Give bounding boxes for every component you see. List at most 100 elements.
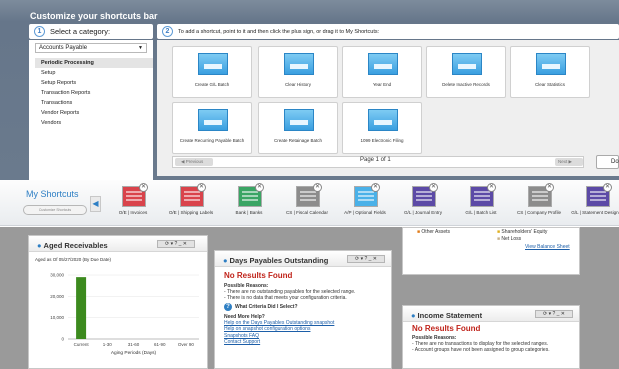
- category-item[interactable]: Vendors: [35, 118, 153, 128]
- shortcut-tile[interactable]: 1099 Electronic Filing: [342, 102, 422, 154]
- widget-controls[interactable]: ⟳ ▾ ? _ ✕: [535, 310, 573, 318]
- remove-shortcut-icon[interactable]: ✕: [255, 183, 264, 192]
- shortcut-tile-label: Create G/L Batch: [194, 82, 230, 87]
- batch-icon: [198, 53, 228, 75]
- x-tick-label: Current: [74, 342, 90, 347]
- shortcut-label: A/P | Optional Fields: [344, 210, 386, 215]
- step1-number: 1: [34, 26, 45, 37]
- shortcut-item[interactable]: ✕ Bank | Banks: [220, 183, 278, 222]
- retainage-batch-icon: [284, 109, 314, 131]
- category-select-value: Accounts Payable: [39, 45, 88, 51]
- shortcut-tile[interactable]: Year End: [342, 46, 422, 98]
- shortcut-tile[interactable]: Create G/L Batch: [172, 46, 252, 98]
- legend-item: ■ Shareholders' Equity: [497, 229, 548, 235]
- category-item[interactable]: Transactions: [35, 98, 153, 108]
- remove-shortcut-icon[interactable]: ✕: [429, 183, 438, 192]
- shortcut-item[interactable]: ✕ CS | Company Profile: [510, 183, 568, 222]
- x-tick-label: 31-60: [128, 342, 140, 347]
- legend-item: ■ Net Loss: [497, 236, 522, 242]
- recurring-batch-icon: [198, 109, 228, 131]
- view-balance-sheet-link[interactable]: View Balance Sheet: [525, 244, 570, 250]
- statistics-icon: [536, 53, 566, 75]
- remove-shortcut-icon[interactable]: ✕: [603, 183, 612, 192]
- shortcut-tile[interactable]: Create Recurring Payable Batch: [172, 102, 252, 154]
- y-tick-label: 0: [61, 337, 64, 342]
- scroll-left-icon[interactable]: ◀: [90, 196, 101, 212]
- shortcut-tile[interactable]: Clear History: [258, 46, 338, 98]
- customize-title: Customize your shortcuts bar: [30, 11, 158, 21]
- shortcut-tile-label: Delete Inactive Records: [442, 82, 490, 87]
- x-tick-label: 61-90: [154, 342, 166, 347]
- shortcut-label: G/L | Statement Designer: [571, 210, 619, 215]
- shortcuts-title: My Shortcuts: [26, 189, 79, 199]
- remove-shortcut-icon[interactable]: ✕: [197, 183, 206, 192]
- shortcut-label: CS | Company Profile: [516, 210, 562, 215]
- help-link[interactable]: Contact Support: [224, 339, 374, 345]
- x-axis-label: Aging Periods (Days): [111, 350, 157, 355]
- category-list: Periodic Processing Setup Setup Reports …: [35, 58, 153, 128]
- remove-shortcut-icon[interactable]: ✕: [371, 183, 380, 192]
- days-payables-widget: ● Days Payables Outstanding ⟳ ▾ ? _ ✕ No …: [214, 250, 392, 369]
- step1-header: 1 Select a category:: [29, 24, 153, 39]
- shortcut-item[interactable]: ✕ G/L | Batch List: [452, 183, 510, 222]
- widget-header: ● Income Statement ⟳ ▾ ? _ ✕: [403, 306, 579, 322]
- aged-receivables-chart: 30,000 20,000 10,000 0 Current 1-30 31-60 61-90…: [50, 273, 199, 355]
- widget-title: ● Aged Receivables: [37, 241, 108, 250]
- income-body: No Results Found Possible Reasons: - The…: [412, 324, 562, 353]
- shortcut-item[interactable]: ✕ A/P | Optional Fields: [336, 183, 394, 222]
- shortcut-tile-label: 1099 Electronic Filing: [360, 138, 404, 143]
- reason-text: - Account groups have not been assigned …: [412, 347, 550, 353]
- shortcut-tile-label: Create Recurring Payable Batch: [179, 138, 245, 143]
- y-tick-label: 20,000: [50, 294, 64, 299]
- remove-shortcut-icon[interactable]: ✕: [139, 183, 148, 192]
- category-select[interactable]: Accounts Payable ▼: [35, 43, 147, 53]
- shortcut-tile[interactable]: Clear Statistics: [510, 46, 590, 98]
- category-item[interactable]: Setup Reports: [35, 78, 153, 88]
- pager-text: Page 1 of 1: [360, 157, 391, 163]
- step2-number: 2: [162, 26, 173, 37]
- electronic-filing-icon: [368, 109, 398, 131]
- aged-subtitle: Aged as Of 05/27/2020 (By Due Date): [35, 257, 112, 262]
- no-results-title: No Results Found: [224, 271, 293, 280]
- question-icon: ?: [224, 303, 232, 311]
- history-icon: [284, 53, 314, 75]
- balance-sheet-widget: ■ Other Assets ■ Shareholders' Equity ■ …: [402, 227, 580, 275]
- shortcut-item[interactable]: ✕ CS | Fiscal Calendar: [278, 183, 336, 222]
- shortcut-item[interactable]: ✕ G/L | Journal Entry: [394, 183, 452, 222]
- x-tick-label: Over 90: [178, 342, 195, 347]
- shortcut-item[interactable]: ✕ O/E | Invoices: [104, 183, 162, 222]
- widget-controls[interactable]: ⟳ ▾ ? _ ✕: [347, 255, 385, 263]
- category-item[interactable]: Periodic Processing: [35, 58, 153, 68]
- shortcut-tile-label: Year End: [372, 82, 392, 87]
- pager-previous-button[interactable]: ◀ Previous: [175, 158, 213, 166]
- category-item[interactable]: Transaction Reports: [35, 88, 153, 98]
- shortcut-tile[interactable]: Create Retainage Batch: [258, 102, 338, 154]
- criteria-link[interactable]: ? What Criteria Did I Select?: [224, 303, 374, 311]
- category-item[interactable]: Vendor Reports: [35, 108, 153, 118]
- shortcut-item[interactable]: ✕ G/L | Statement Designer: [568, 183, 619, 222]
- remove-shortcut-icon[interactable]: ✕: [313, 183, 322, 192]
- step1-label: Select a category:: [50, 27, 111, 36]
- no-results-title: No Results Found: [412, 324, 481, 333]
- y-tick-label: 10,000: [50, 315, 64, 320]
- shortcut-tile[interactable]: Delete Inactive Records: [426, 46, 506, 98]
- chevron-down-icon: ▼: [138, 45, 143, 51]
- shortcut-label: CS | Fiscal Calendar: [285, 210, 329, 215]
- shortcut-label: O/E | Invoices: [118, 210, 148, 215]
- widget-title: ● Income Statement: [411, 311, 483, 320]
- customize-shortcuts-button[interactable]: Customize Shortcuts: [23, 205, 87, 215]
- widget-header: ● Days Payables Outstanding ⟳ ▾ ? _ ✕: [215, 251, 391, 267]
- pager-next-button[interactable]: Next ▶: [555, 158, 583, 166]
- dpo-body: No Results Found Possible Reasons: - The…: [224, 271, 374, 345]
- widget-controls[interactable]: ⟳ ▾ ? _ ✕: [157, 240, 195, 248]
- delete-records-icon: [452, 53, 482, 75]
- shortcut-item[interactable]: ✕ O/E | Shipping Labels: [162, 183, 220, 222]
- remove-shortcut-icon[interactable]: ✕: [487, 183, 496, 192]
- remove-shortcut-icon[interactable]: ✕: [545, 183, 554, 192]
- year-end-icon: [368, 53, 398, 75]
- legend-item: ■ Other Assets: [417, 229, 451, 235]
- done-button[interactable]: Done: [596, 155, 619, 169]
- shortcut-label: Bank | Banks: [235, 210, 263, 215]
- category-item[interactable]: Setup: [35, 68, 153, 78]
- widget-header: ● Aged Receivables ⟳ ▾ ? _ ✕: [29, 236, 207, 252]
